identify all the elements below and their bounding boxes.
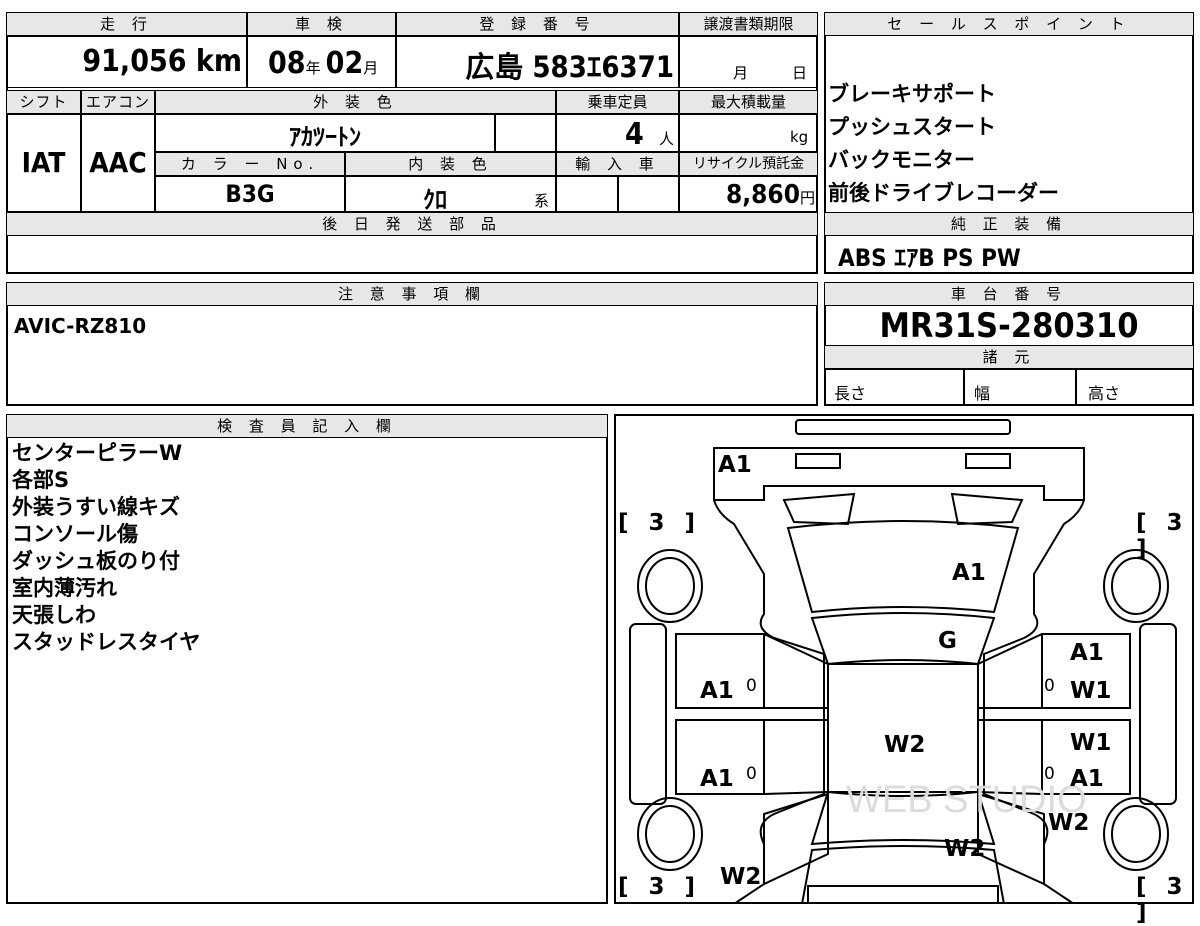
mark-rear-door-right-w: W1 — [1070, 730, 1112, 756]
genuine-equipment-header: 純 正 装 備 — [824, 212, 1194, 236]
spec-height: 高さ — [1088, 384, 1121, 403]
mark-right-fender: A1 — [1070, 640, 1104, 666]
chassis-header: 車 台 番 号 — [824, 282, 1194, 306]
spec-length: 長さ — [834, 384, 867, 403]
mark-rear-quarter-right: W2 — [1048, 810, 1090, 836]
mileage-value: 91,056 km — [82, 44, 242, 79]
inspector-item: 室内薄汚れ — [12, 576, 117, 600]
inspection-header: 車 検 — [247, 12, 396, 36]
sales-point-item: バックモニター — [828, 148, 975, 172]
interior-color-value: ｸﾛ — [423, 186, 447, 214]
mark-front-door-left: A1 — [700, 678, 734, 704]
mark-front-bumper: A1 — [718, 452, 752, 478]
sales-point-item: ブレーキサポート — [828, 82, 996, 106]
mark-sill-left-2: 0 — [746, 764, 757, 784]
sales-point-item: プッシュスタート — [828, 115, 996, 139]
mileage-header: 走 行 — [6, 12, 247, 36]
tire-rating-front-left: [ 3 ] — [618, 510, 702, 536]
later-parts-header: 後 日 発 送 部 品 — [6, 212, 818, 236]
aircon-value: AAC — [89, 146, 147, 179]
transfer-deadline-value: 月 — [733, 64, 749, 82]
aircon-header: エアコン — [81, 90, 155, 114]
capacity-value: 4 人 — [624, 117, 674, 152]
registration-header: 登 録 番 号 — [396, 12, 679, 36]
mark-sill-right-1: 0 — [1044, 676, 1055, 696]
mark-roof: W2 — [884, 732, 926, 758]
specs-header: 諸 元 — [824, 345, 1194, 369]
notes-value: AVIC-RZ810 — [14, 314, 147, 338]
recycle-value: 8,860円 — [725, 180, 815, 210]
inspector-item: 外装うすい線キズ — [12, 495, 180, 519]
shift-value: IAT — [21, 146, 66, 179]
registration-number: 広島 583ｴ6371 — [465, 50, 674, 84]
recycle-header: リサイクル預託金 — [679, 152, 818, 176]
shift-header: シフト — [6, 90, 81, 114]
transfer-deadline-day: 日 — [792, 64, 808, 82]
tire-rating-rear-right: [ 3 ] — [1136, 874, 1189, 926]
tire-rating-front-right: [ 3 ] — [1136, 510, 1189, 562]
mark-hood: A1 — [952, 560, 986, 586]
color-no-header: カ ラ ー No. — [155, 152, 345, 176]
exterior-color-header: 外 装 色 — [155, 90, 556, 114]
mark-sill-left-1: 0 — [746, 676, 757, 696]
spec-width: 幅 — [974, 384, 991, 403]
transfer-deadline-header: 譲渡書類期限 — [679, 12, 818, 36]
inspector-item: コンソール傷 — [12, 522, 138, 546]
sales-points-header: セ ー ル ス ポ イ ン ト — [824, 12, 1194, 36]
mark-sill-right-2: 0 — [1044, 764, 1055, 784]
inspector-header: 検 査 員 記 入 欄 — [6, 414, 608, 438]
mileage-unit: km — [195, 44, 242, 79]
mark-front-door-right: W1 — [1070, 678, 1112, 704]
genuine-equipment-value: ABS ｴｱB PS PW — [838, 244, 1021, 272]
max-load-header: 最大積載量 — [679, 90, 818, 114]
mark-rear-quarter-left: W2 — [720, 864, 762, 890]
inspector-item: ダッシュ板のり付 — [12, 549, 180, 573]
chassis-number: MR31S-280310 — [879, 306, 1139, 346]
inspector-item: 各部S — [12, 468, 70, 492]
sales-point-item: 前後ドライブレコーダー — [828, 181, 1059, 205]
inspector-item: センターピラーW — [12, 441, 183, 465]
color-no-value: B3G — [225, 180, 275, 208]
max-load-unit: kg — [790, 128, 809, 146]
inspector-item: スタッドレスタイヤ — [12, 630, 201, 654]
capacity-header: 乗車定員 — [556, 90, 679, 114]
import-header: 輸 入 車 — [556, 152, 679, 176]
inspection-date: 08年 02月 — [268, 46, 379, 81]
interior-color-suffix: 系 — [534, 192, 550, 210]
car-diagram: WEB STUDIO — [629, 419, 1177, 904]
inspector-item: 天張しわ — [12, 603, 96, 627]
interior-color-header: 内 装 色 — [345, 152, 556, 176]
exterior-color-value: ｱｶﾂｰﾄﾝ — [289, 123, 361, 151]
mark-tailgate: W2 — [944, 836, 986, 862]
mark-rear-door-left: A1 — [700, 766, 734, 792]
notes-header: 注 意 事 項 欄 — [6, 282, 818, 306]
mark-windshield: G — [938, 628, 957, 654]
inspector-list: センターピラーW 各部S 外装うすい線キズ コンソール傷 ダッシュ板のり付 室内… — [12, 440, 200, 656]
sales-points-list: ブレーキサポート プッシュスタート バックモニター 前後ドライブレコーダー — [828, 78, 1059, 210]
mark-rear-door-right-a: A1 — [1070, 766, 1104, 792]
tire-rating-rear-left: [ 3 ] — [618, 874, 702, 900]
